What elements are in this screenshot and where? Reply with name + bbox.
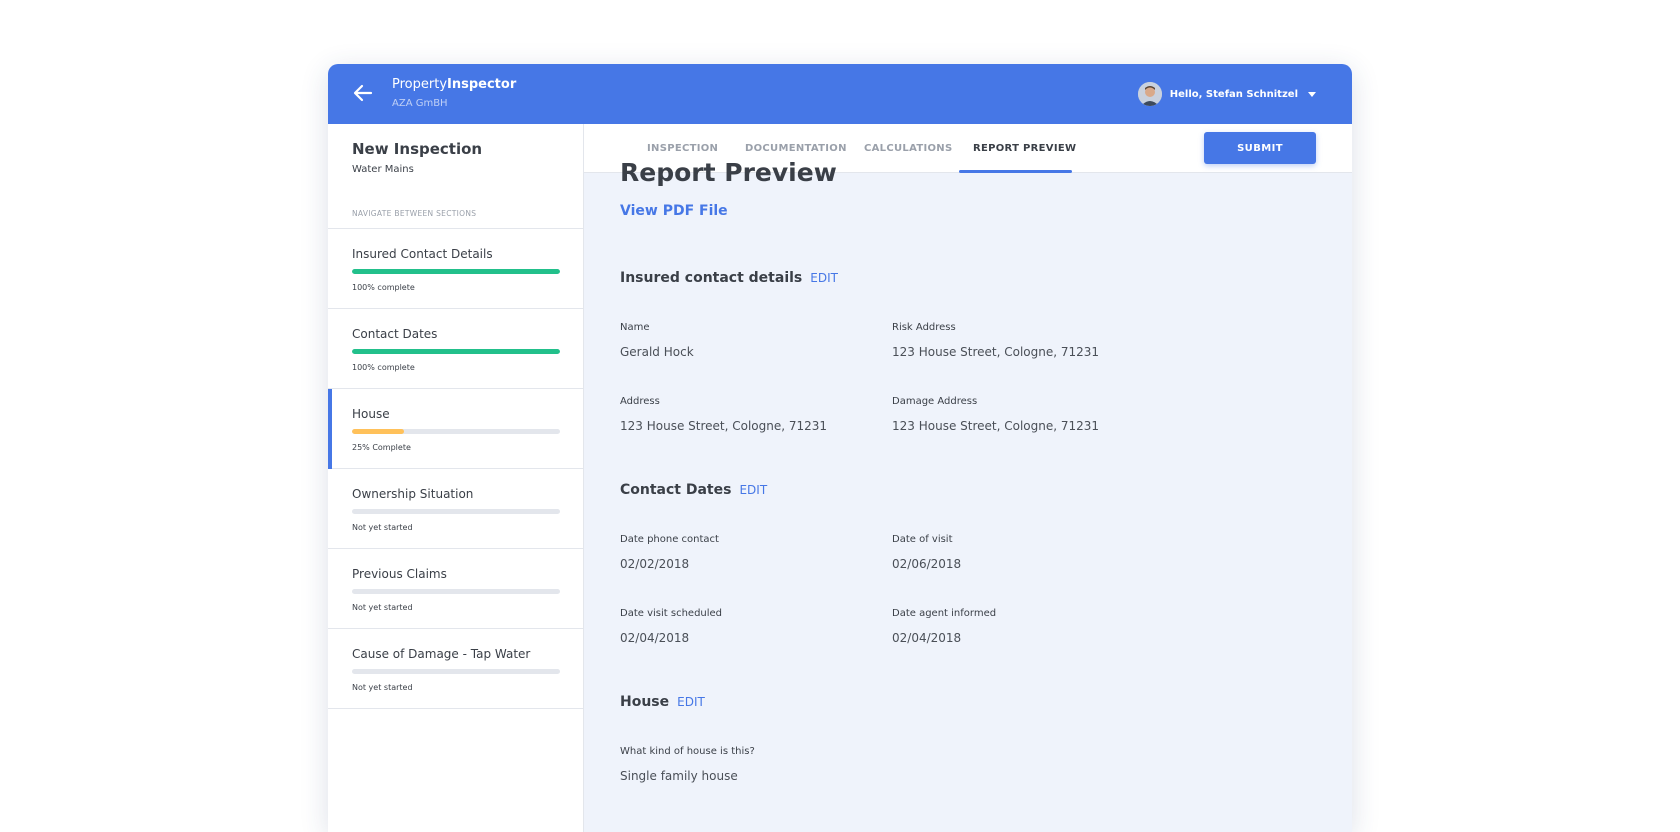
section-list: Insured Contact Details 100% complete Co… <box>328 228 583 709</box>
sidebar: New Inspection Water Mains NAVIGATE BETW… <box>328 124 584 832</box>
field-value: 02/02/2018 <box>620 557 690 571</box>
progress-bar <box>352 669 560 674</box>
field-value: 02/06/2018 <box>892 557 962 571</box>
nav-label: NAVIGATE BETWEEN SECTIONS <box>352 209 477 218</box>
section-name: Contact Dates <box>352 327 438 341</box>
insured-section-heading: Insured contact details EDIT <box>620 270 838 286</box>
section-item-contact-dates[interactable]: Contact Dates 100% complete <box>328 309 583 389</box>
chevron-down-icon <box>1308 91 1316 97</box>
section-status: Not yet started <box>352 603 413 612</box>
progress-fill <box>352 349 560 354</box>
tab-report-preview[interactable]: REPORT PREVIEW <box>973 143 1076 154</box>
main-panel: INSPECTION DOCUMENTATION CALCULATIONS RE… <box>584 124 1352 832</box>
progress-bar <box>352 269 560 274</box>
field-value: 123 House Street, Cologne, 71231 <box>892 345 1100 359</box>
section-heading-text: House <box>620 694 670 710</box>
field-label: Risk Address <box>892 322 956 333</box>
progress-bar <box>352 509 560 514</box>
section-item-previous-claims[interactable]: Previous Claims Not yet started <box>328 549 583 629</box>
edit-insured-link[interactable]: EDIT <box>810 271 838 285</box>
section-name: Previous Claims <box>352 567 447 581</box>
report-content: Report Preview View PDF File Insured con… <box>620 158 1320 783</box>
section-status: 25% Complete <box>352 443 411 452</box>
field-label: Date agent informed <box>892 608 997 619</box>
page-title: Report Preview <box>620 158 837 187</box>
section-name: Cause of Damage - Tap Water <box>352 647 531 661</box>
back-arrow-icon[interactable] <box>352 82 374 104</box>
avatar <box>1137 82 1162 106</box>
field-value: 02/04/2018 <box>620 631 690 645</box>
field-label: Damage Address <box>892 396 978 407</box>
edit-contact-dates-link[interactable]: EDIT <box>739 483 767 497</box>
section-name: Ownership Situation <box>352 487 474 501</box>
section-item-cause-of-damage[interactable]: Cause of Damage - Tap Water Not yet star… <box>328 629 583 709</box>
section-status: Not yet started <box>352 523 413 532</box>
field-value: Single family house <box>620 769 738 783</box>
company-name: AZA GmBH <box>392 98 448 109</box>
section-item-insured-contact-details[interactable]: Insured Contact Details 100% complete <box>328 229 583 309</box>
tab-inspection[interactable]: INSPECTION <box>647 143 718 154</box>
field-value: 02/04/2018 <box>892 631 962 645</box>
progress-bar <box>352 429 560 434</box>
house-section-heading: House EDIT <box>620 694 705 710</box>
app-header: PropertyInspector AZA GmBH Hello, Stefan… <box>328 64 1352 124</box>
edit-house-link[interactable]: EDIT <box>677 695 705 709</box>
section-name: Insured Contact Details <box>352 247 493 261</box>
field-label: Name <box>620 322 650 333</box>
inspection-title: New Inspection <box>352 140 483 158</box>
progress-bar <box>352 349 560 354</box>
field-value: Gerald Hock <box>620 345 694 359</box>
section-name: House <box>352 407 390 421</box>
field-label: Date phone contact <box>620 534 719 545</box>
field-label: Date visit scheduled <box>620 608 723 619</box>
app-window: PropertyInspector AZA GmBH Hello, Stefan… <box>328 64 1352 832</box>
section-status: 100% complete <box>352 363 415 372</box>
section-item-ownership-situation[interactable]: Ownership Situation Not yet started <box>328 469 583 549</box>
user-greeting: Hello, Stefan Schnitzel <box>1169 88 1298 100</box>
tab-calculations[interactable]: CALCULATIONS <box>864 143 952 154</box>
field-value: 123 House Street, Cologne, 71231 <box>620 419 828 433</box>
progress-fill <box>352 269 560 274</box>
field-value: 123 House Street, Cologne, 71231 <box>892 419 1100 433</box>
view-pdf-link[interactable]: View PDF File <box>620 203 728 219</box>
section-heading-text: Contact Dates <box>620 482 732 498</box>
section-heading-text: Insured contact details <box>620 270 803 286</box>
brand-bold: Inspector <box>447 77 517 92</box>
progress-fill <box>352 429 404 434</box>
brand-light: Property <box>392 77 448 92</box>
section-status: 100% complete <box>352 283 415 292</box>
inspection-subtitle: Water Mains <box>352 164 414 175</box>
section-status: Not yet started <box>352 683 413 692</box>
progress-bar <box>352 589 560 594</box>
field-label: Address <box>620 396 660 407</box>
field-label: Date of visit <box>892 534 953 545</box>
section-item-house[interactable]: House 25% Complete <box>328 389 583 469</box>
user-menu[interactable]: Hello, Stefan Schnitzel <box>1137 81 1316 107</box>
app-brand: PropertyInspector <box>392 77 516 92</box>
contact-dates-section-heading: Contact Dates EDIT <box>620 482 767 498</box>
field-label: What kind of house is this? <box>620 746 755 757</box>
tab-documentation[interactable]: DOCUMENTATION <box>745 143 847 154</box>
